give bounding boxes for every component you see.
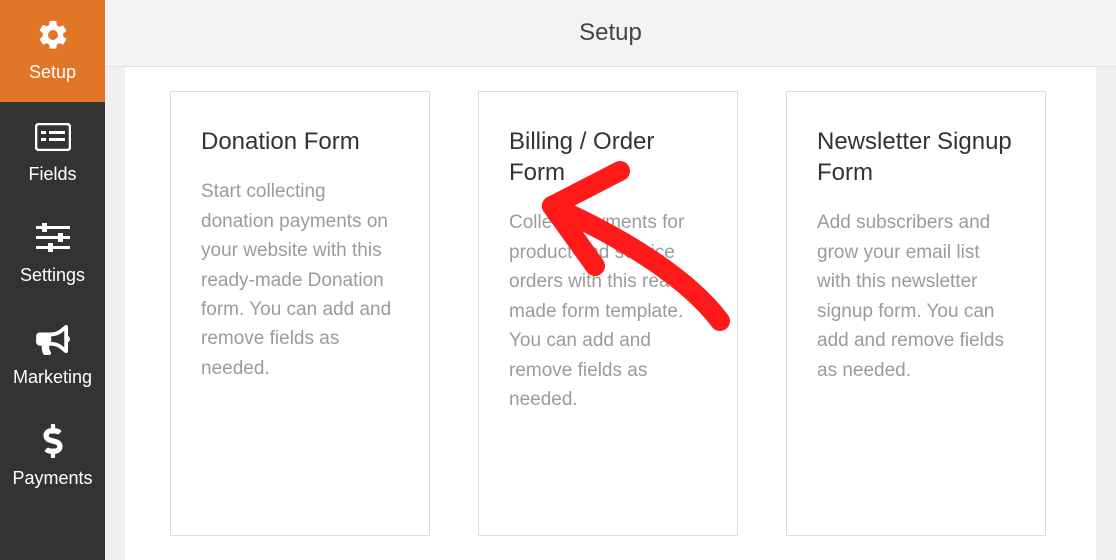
sidebar-item-settings[interactable]: Settings (0, 203, 105, 305)
card-description: Collect Payments for product and service… (509, 208, 707, 414)
sidebar-item-marketing[interactable]: Marketing (0, 305, 105, 407)
card-title: Billing / Order Form (509, 126, 707, 188)
card-description: Start collecting donation payments on yo… (201, 177, 399, 383)
template-cards: Donation Form Start collecting donation … (125, 67, 1096, 560)
sidebar-item-label: Fields (28, 164, 76, 186)
sidebar-item-label: Setup (29, 62, 76, 84)
template-card-billing[interactable]: Billing / Order Form Collect Payments fo… (478, 91, 738, 536)
sidebar: Setup Fields Settings (0, 0, 105, 560)
template-card-donation[interactable]: Donation Form Start collecting donation … (170, 91, 430, 536)
sidebar-item-setup[interactable]: Setup (0, 0, 105, 102)
sidebar-item-label: Settings (20, 265, 85, 287)
bullhorn-icon (36, 323, 70, 357)
card-title: Newsletter Signup Form (817, 126, 1015, 188)
sidebar-item-payments[interactable]: Payments (0, 406, 105, 508)
dollar-icon (43, 424, 63, 458)
gear-icon (36, 18, 70, 52)
main: Setup Donation Form Start collecting don… (105, 0, 1116, 560)
sliders-icon (36, 221, 70, 255)
card-description: Add subscribers and grow your email list… (817, 208, 1015, 385)
page-title: Setup (105, 0, 1116, 67)
list-icon (35, 120, 71, 154)
template-card-newsletter[interactable]: Newsletter Signup Form Add subscribers a… (786, 91, 1046, 536)
sidebar-item-fields[interactable]: Fields (0, 102, 105, 204)
card-title: Donation Form (201, 126, 399, 157)
sidebar-item-label: Payments (12, 468, 92, 490)
sidebar-item-label: Marketing (13, 367, 92, 389)
